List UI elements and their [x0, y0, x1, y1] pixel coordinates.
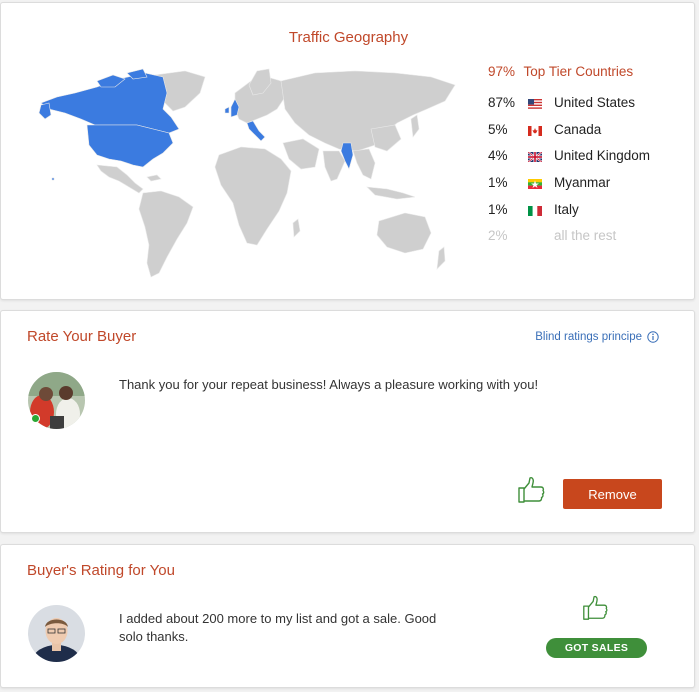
thumbs-up-icon[interactable]	[516, 475, 546, 505]
country-name: Myanmar	[554, 175, 611, 190]
italy-flag-icon	[528, 206, 542, 216]
thumbs-up-icon	[583, 595, 608, 620]
top-tier-percent: 97%	[488, 64, 516, 79]
world-map	[38, 68, 456, 278]
country-percent: 4%	[488, 148, 508, 163]
country-name: Italy	[554, 202, 579, 217]
uk-flag-icon	[528, 152, 542, 162]
top-tier-summary: 97% Top Tier Countries	[488, 64, 633, 79]
country-name: United Kingdom	[554, 148, 651, 163]
buyer-comment-line-2: solo thanks.	[119, 629, 189, 644]
us-flag-icon	[528, 99, 542, 109]
buyers-rating-card: Buyer's Rating for You I added about 200…	[0, 544, 695, 688]
buyer-rating-photo	[28, 605, 85, 662]
traffic-geography-card: Traffic Geography 97% Top Tier Countries…	[0, 2, 695, 300]
seller-comment: Thank you for your repeat business! Alwa…	[119, 377, 539, 392]
country-name: all the rest	[554, 228, 617, 243]
rate-buyer-title: Rate Your Buyer	[27, 328, 137, 345]
traffic-geography-title: Traffic Geography	[288, 29, 409, 46]
rate-your-buyer-card: Rate Your Buyer Blind ratings principe T…	[0, 310, 695, 533]
country-percent: 1%	[488, 202, 508, 217]
canada-flag-icon	[528, 126, 542, 136]
buyer-comment-line-1: I added about 200 more to my list and go…	[119, 611, 437, 626]
got-sales-badge: GOT SALES	[546, 638, 647, 658]
buyers-rating-title: Buyer's Rating for You	[27, 562, 175, 579]
country-percent: 5%	[488, 122, 508, 137]
remove-button[interactable]: Remove	[563, 479, 662, 509]
buyer-rating-avatar	[28, 605, 85, 662]
country-name: Canada	[554, 122, 602, 137]
info-icon[interactable]	[647, 331, 659, 343]
top-tier-label: Top Tier Countries	[523, 64, 634, 79]
myanmar-flag-icon	[528, 179, 542, 189]
country-name: United States	[554, 95, 636, 110]
online-status-dot	[31, 414, 40, 423]
buyer-comment: I added about 200 more to my list and go…	[119, 610, 436, 646]
country-percent: 2%	[488, 228, 508, 243]
country-percent: 1%	[488, 175, 508, 190]
blind-ratings-link[interactable]: Blind ratings principe	[535, 331, 642, 343]
country-percent: 87%	[488, 95, 516, 110]
